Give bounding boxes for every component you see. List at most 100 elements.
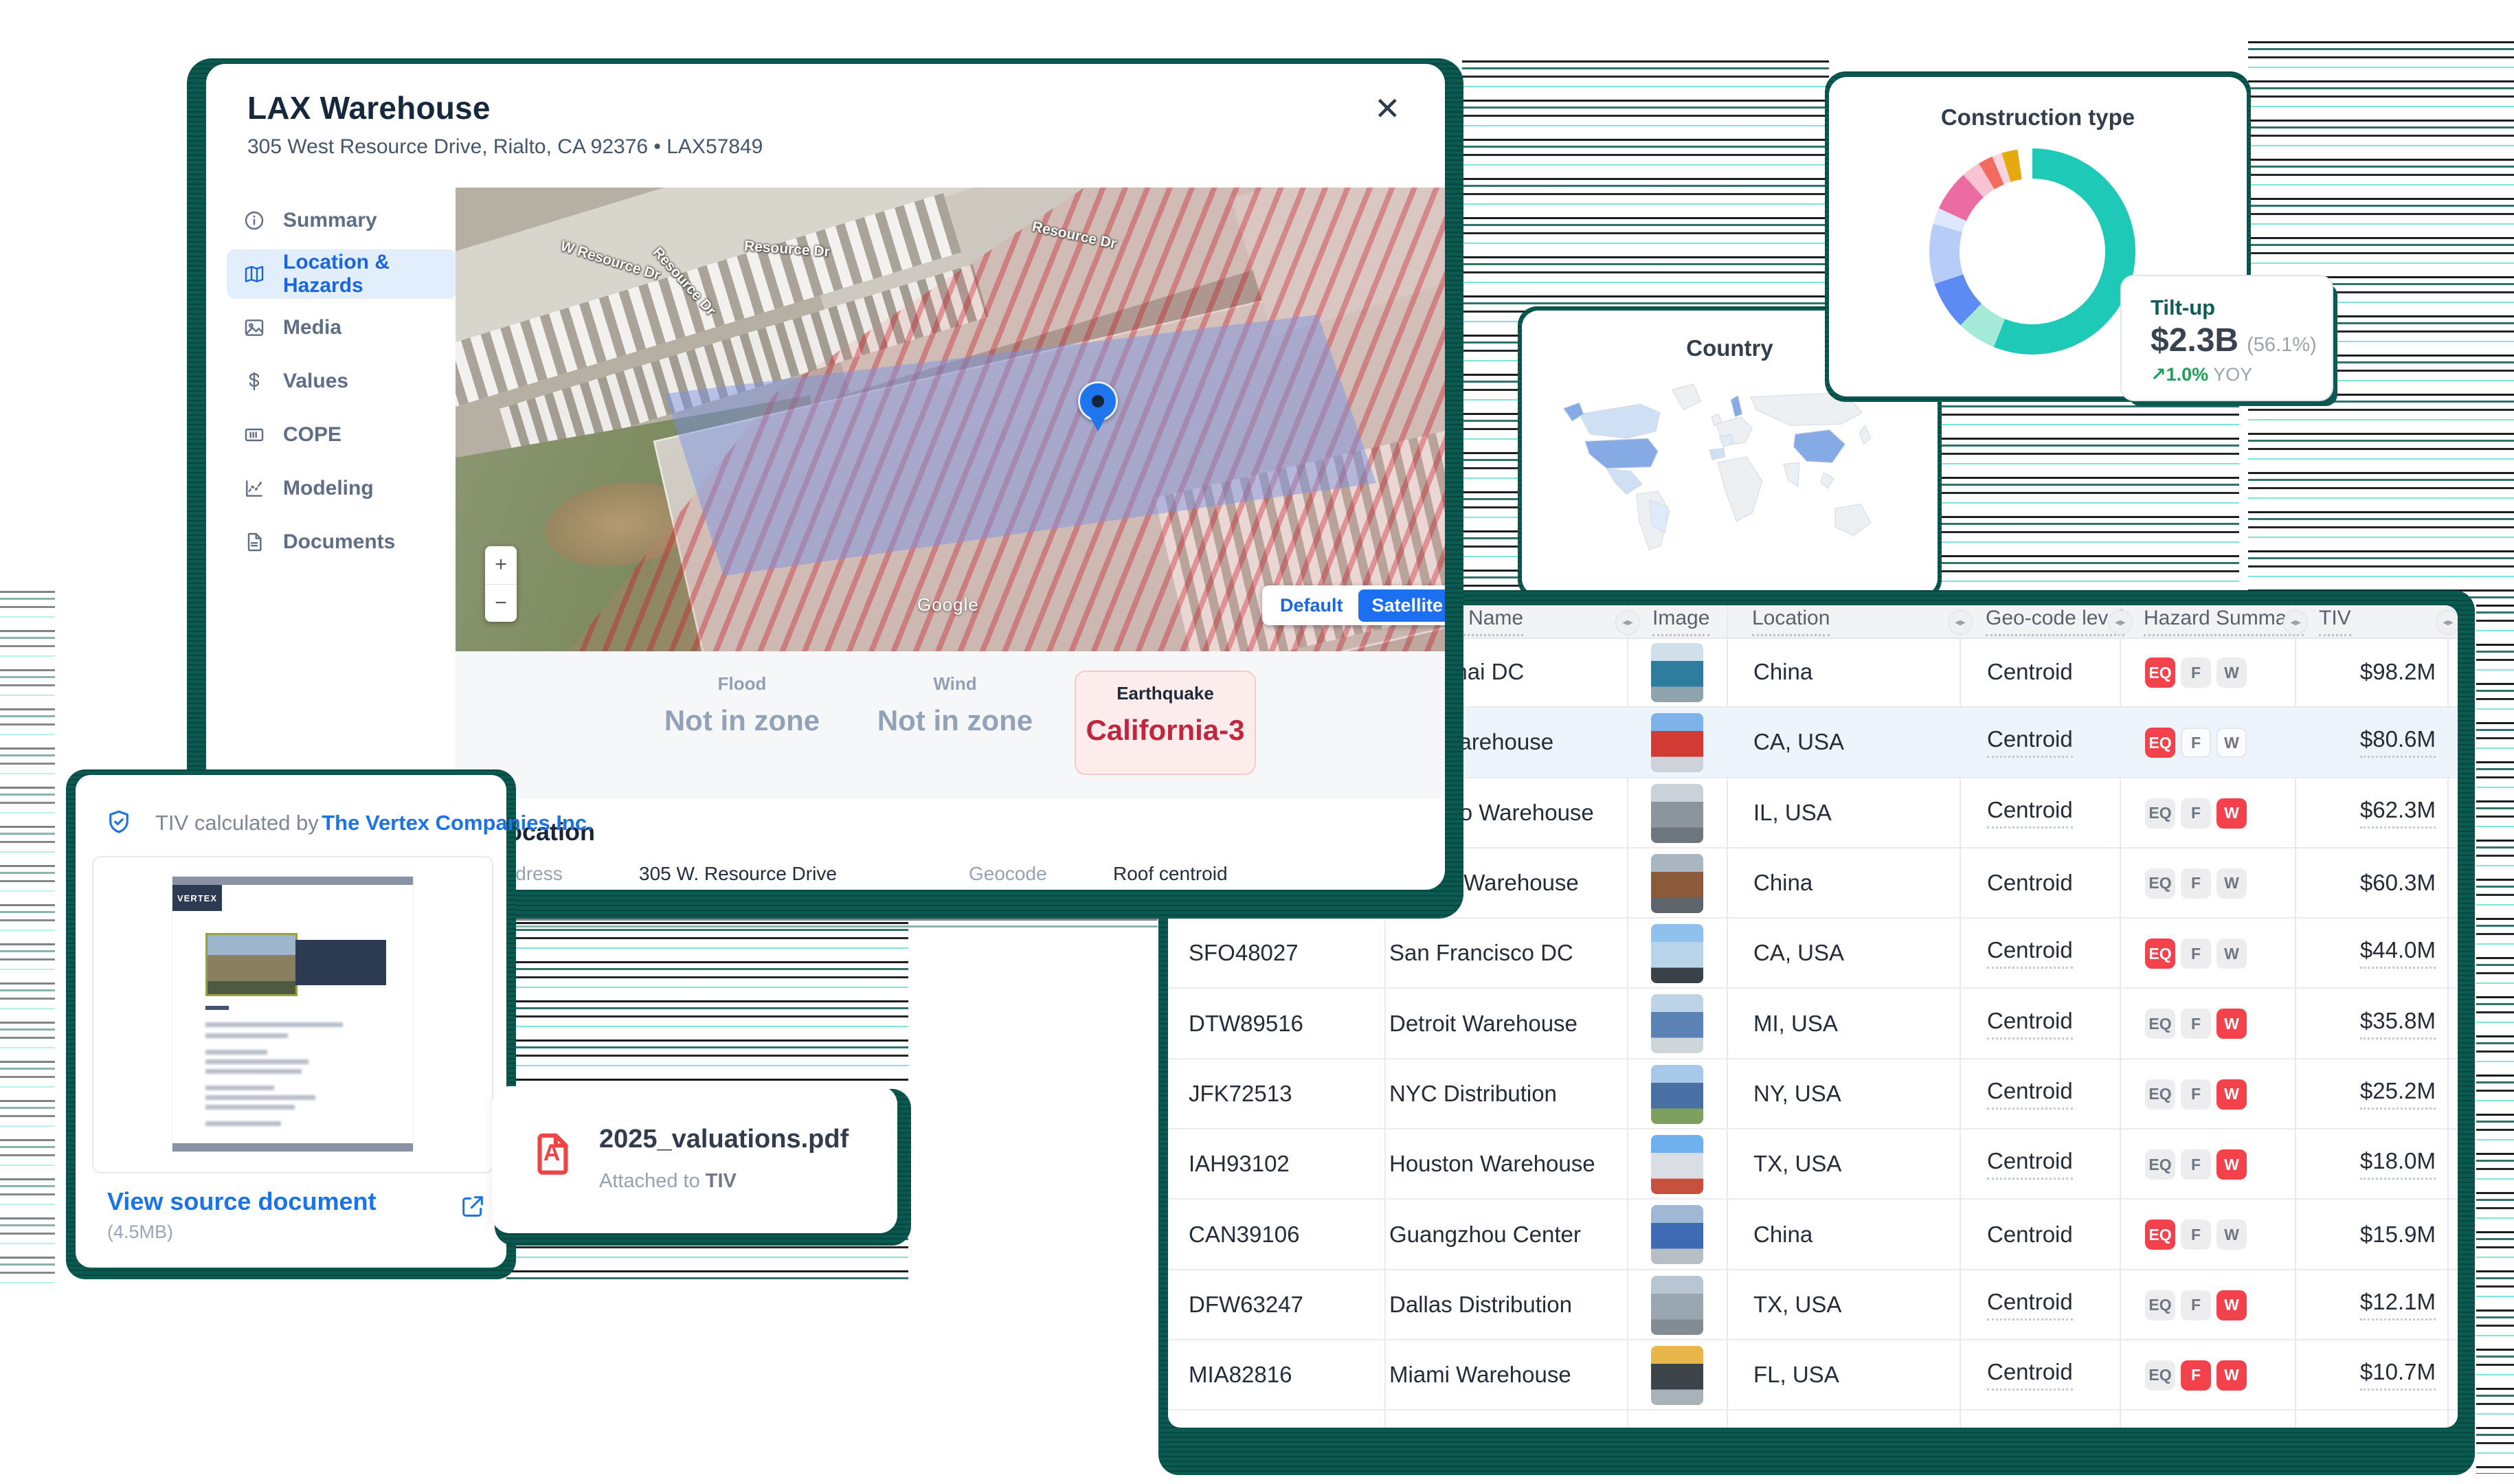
geocode-cell[interactable]: Centroid — [1987, 1340, 2073, 1409]
hazard-badge-eq[interactable]: EQ — [2145, 1360, 2175, 1391]
close-icon[interactable]: ✕ — [1374, 93, 1401, 124]
hazard-badge-f[interactable]: F — [2181, 868, 2211, 899]
sidebar-item-cope[interactable]: COPE — [227, 410, 457, 460]
geocode-cell[interactable]: Centroid — [1987, 1270, 2073, 1339]
building-photo[interactable] — [1651, 1205, 1703, 1264]
geocode-cell[interactable]: Centroid — [1987, 1059, 2073, 1128]
hazard-badge-eq[interactable]: EQ — [2145, 1290, 2175, 1320]
hazard-badge-f[interactable]: F — [2181, 938, 2211, 969]
col-header-tiv[interactable]: TIV — [2319, 605, 2351, 638]
col-header-image[interactable]: Image — [1652, 605, 1709, 638]
table-row[interactable]: JFK72513 NYC Distribution NY, USA Centro… — [1168, 1059, 2458, 1129]
column-resize-handle[interactable]: ◀▶ — [1948, 610, 1973, 635]
tiv-cell[interactable]: $35.8M — [2295, 989, 2436, 1057]
hazard-badge-f[interactable]: F — [2181, 728, 2211, 758]
geocode-cell[interactable]: Centroid — [1987, 919, 2073, 987]
hazard-badge-w[interactable]: W — [2216, 1009, 2247, 1039]
source-document-preview-panel[interactable]: VERTEX — [92, 856, 493, 1173]
hazard-badge-f[interactable]: F — [2181, 1009, 2211, 1039]
column-resize-handle[interactable]: ◀▶ — [2283, 610, 2308, 635]
country-spain[interactable] — [1709, 449, 1725, 460]
map-default-button[interactable]: Default — [1265, 595, 1358, 616]
table-row[interactable]: IAH93102 Houston Warehouse TX, USA Centr… — [1168, 1129, 2458, 1200]
hazard-badge-eq[interactable]: EQ — [2145, 728, 2175, 758]
hazard-badge-f[interactable]: F — [2181, 1149, 2211, 1180]
col-header-location[interactable]: Location — [1752, 605, 1830, 638]
tiv-cell[interactable]: $62.3M — [2295, 778, 2436, 847]
hazard-badge-w[interactable]: W — [2216, 1360, 2247, 1391]
hazard-badge-eq[interactable]: EQ — [2145, 868, 2175, 899]
hazard-badge-eq[interactable]: EQ — [2145, 1219, 2175, 1250]
sidebar-item-modeling[interactable]: Modeling — [227, 464, 457, 513]
table-row[interactable]: CAN39106 Guangzhou Center China Centroid… — [1168, 1200, 2458, 1270]
view-source-document-link[interactable]: View source document — [107, 1187, 376, 1216]
table-row[interactable]: SFO48027 San Francisco DC CA, USA Centro… — [1168, 919, 2458, 989]
vertex-company-link[interactable]: The Vertex Companies Inc. — [322, 811, 593, 835]
col-header-hazard-summary[interactable]: Hazard Summary — [2144, 605, 2304, 638]
hazard-badge-f[interactable]: F — [2181, 798, 2211, 829]
geocode-cell[interactable]: Centroid — [1987, 638, 2073, 706]
hazard-badge-f[interactable]: F — [2181, 1079, 2211, 1110]
map-pin-icon[interactable] — [1078, 381, 1118, 421]
geocode-cell[interactable]: Centroid — [1987, 778, 2073, 847]
geocode-cell[interactable]: Centroid — [1987, 989, 2073, 1057]
sidebar-item-values[interactable]: Values — [227, 357, 457, 406]
table-row[interactable]: DFW63247 Dallas Distribution TX, USA Cen… — [1168, 1270, 2458, 1340]
geocode-cell[interactable]: Centroid — [1987, 848, 2073, 917]
hazard-badge-w[interactable]: W — [2216, 798, 2247, 829]
building-photo[interactable] — [1651, 1135, 1703, 1194]
tiv-cell[interactable]: $44.0M — [2295, 919, 2436, 987]
building-photo[interactable] — [1651, 1346, 1703, 1405]
hazard-badge-w[interactable]: W — [2216, 1149, 2247, 1180]
building-photo[interactable] — [1651, 784, 1703, 843]
hazard-badge-f[interactable]: F — [2181, 1360, 2211, 1391]
hazard-badge-eq[interactable]: EQ — [2145, 1149, 2175, 1180]
building-photo[interactable] — [1651, 994, 1703, 1053]
hazard-badge-f[interactable]: F — [2181, 1219, 2211, 1250]
sidebar-item-media[interactable]: Media — [227, 303, 457, 352]
hazard-badge-f[interactable]: F — [2181, 1290, 2211, 1320]
building-photo[interactable] — [1651, 1065, 1703, 1124]
tiv-cell[interactable]: $60.3M — [2295, 848, 2436, 917]
building-photo[interactable] — [1651, 713, 1703, 772]
tiv-cell[interactable]: $98.2M — [2295, 638, 2436, 706]
hazard-badge-eq[interactable]: EQ — [2145, 938, 2175, 969]
hazard-badge-eq[interactable]: EQ — [2145, 657, 2175, 688]
column-resize-handle[interactable]: ◀▶ — [2436, 610, 2458, 635]
hazard-badge-w[interactable]: W — [2216, 657, 2247, 688]
tiv-cell[interactable]: $10.7M — [2295, 1340, 2436, 1409]
hazard-badge-w[interactable]: W — [2216, 1219, 2247, 1250]
tiv-cell[interactable]: $25.2M — [2295, 1059, 2436, 1128]
hazard-badge-eq[interactable]: EQ — [2145, 798, 2175, 829]
hazard-badge-f[interactable]: F — [2181, 657, 2211, 688]
hazard-badge-w[interactable]: W — [2216, 1290, 2247, 1320]
building-photo[interactable] — [1651, 1276, 1703, 1335]
col-header-geo-code-level[interactable]: Geo-code level — [1986, 605, 2124, 638]
hazard-badge-w[interactable]: W — [2216, 1079, 2247, 1110]
table-row[interactable]: MIA82816 Miami Warehouse FL, USA Centroi… — [1168, 1340, 2458, 1410]
sidebar-item-location-hazards[interactable]: Location & Hazards — [227, 249, 457, 299]
table-row[interactable]: DTW89516 Detroit Warehouse MI, USA Centr… — [1168, 989, 2458, 1059]
hazard-badge-w[interactable]: W — [2216, 728, 2247, 758]
pdf-attachment-chip[interactable]: A 2025_valuations.pdf Attached to TIV — [492, 1086, 897, 1233]
country-canada[interactable] — [1580, 404, 1661, 438]
map-satellite-button[interactable]: Satellite — [1358, 589, 1445, 622]
sidebar-item-documents[interactable]: Documents — [227, 517, 457, 567]
geocode-cell[interactable]: Centroid — [1987, 708, 2073, 776]
geocode-cell[interactable]: Centroid — [1987, 1200, 2073, 1268]
hazard-badge-eq[interactable]: EQ — [2145, 1009, 2175, 1039]
building-photo[interactable] — [1651, 854, 1703, 913]
sidebar-item-summary[interactable]: Summary — [227, 196, 457, 245]
tiv-cell[interactable]: $12.1M — [2295, 1270, 2436, 1339]
tiv-cell[interactable]: $18.0M — [2295, 1129, 2436, 1198]
satellite-map[interactable]: W Resource Dr Resource Dr Resource Dr Re… — [456, 188, 1445, 651]
zoom-in-button[interactable]: + — [485, 546, 517, 585]
country-mexico[interactable] — [1606, 469, 1642, 494]
country-sweden[interactable] — [1731, 396, 1742, 417]
geocode-cell[interactable]: Centroid — [1987, 1129, 2073, 1198]
building-photo[interactable] — [1651, 924, 1703, 983]
hazard-badge-eq[interactable]: EQ — [2145, 1079, 2175, 1110]
building-photo[interactable] — [1651, 643, 1703, 702]
tiv-cell[interactable]: $15.9M — [2295, 1200, 2436, 1268]
external-link-icon[interactable] — [459, 1193, 486, 1220]
